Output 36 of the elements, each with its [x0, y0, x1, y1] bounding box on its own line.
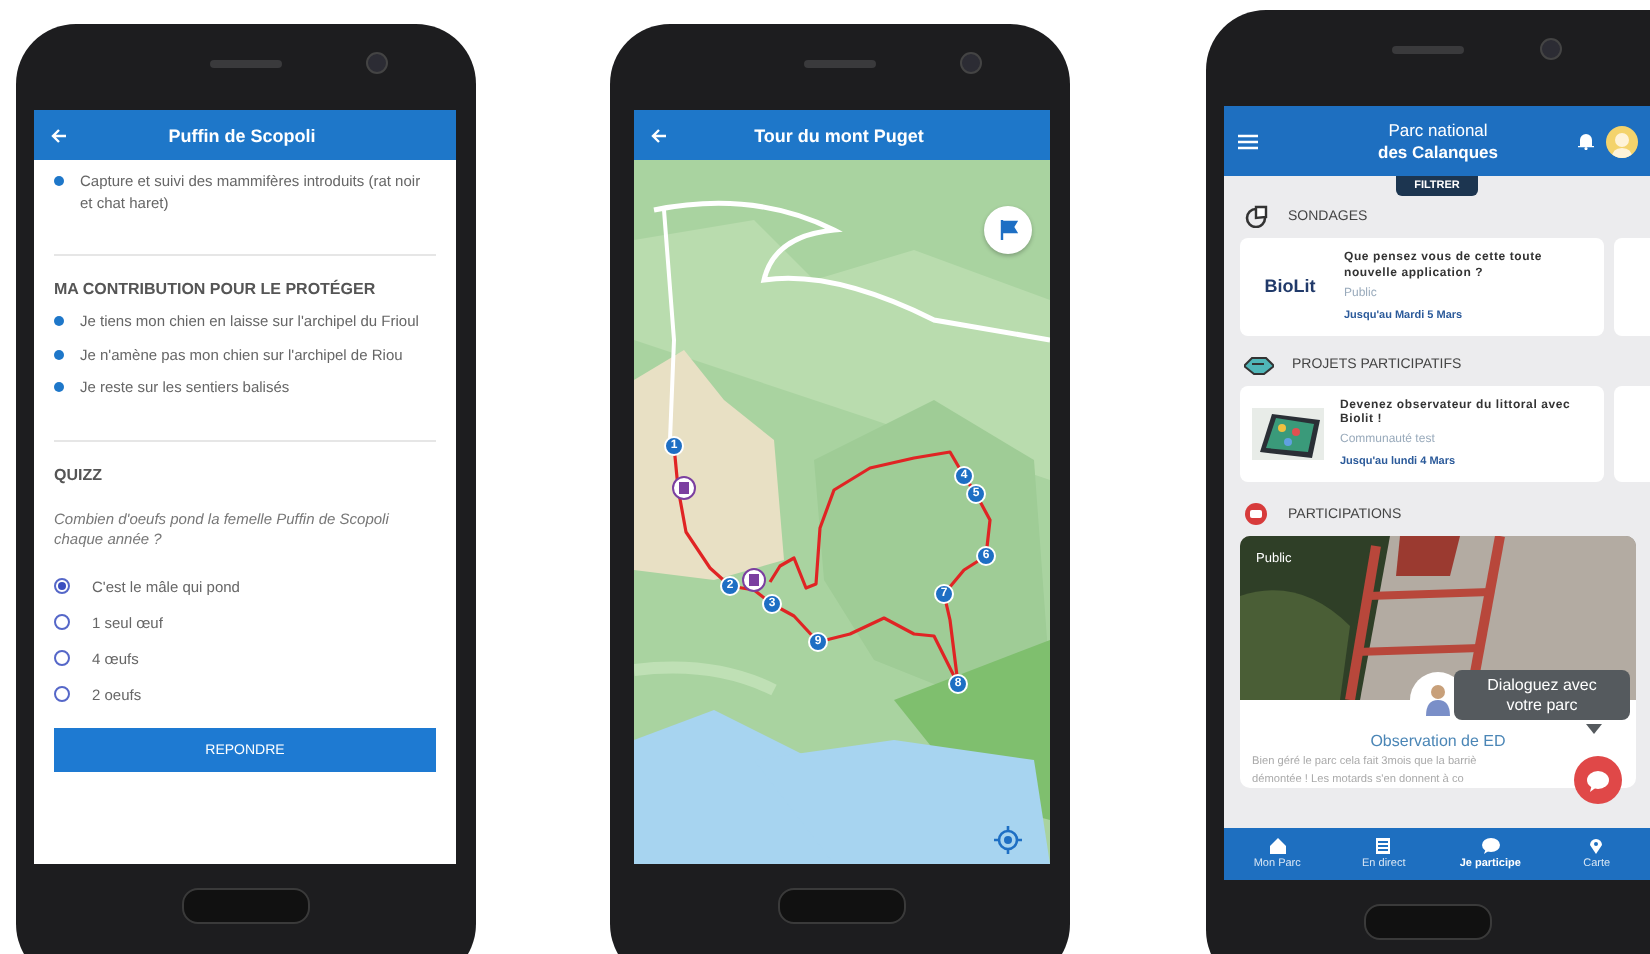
survey-icon: [1244, 204, 1270, 228]
tooltip-pointer: [1586, 724, 1602, 734]
app-title: Parc national: [1388, 119, 1488, 141]
flag-icon: [999, 220, 1017, 240]
radio-button[interactable]: [54, 578, 70, 595]
screen-title: Puffin de Scopoli: [166, 125, 318, 145]
chat-icon: [1481, 838, 1500, 854]
radio-button[interactable]: [54, 650, 70, 667]
profile-avatar[interactable]: [1606, 125, 1638, 157]
card-title: Observation de ED: [1370, 732, 1506, 751]
home-icon: [1269, 838, 1286, 854]
radio-button[interactable]: [54, 614, 70, 631]
radio-button[interactable]: [54, 686, 70, 703]
bullet-icon: [54, 349, 64, 359]
list-icon: [1376, 838, 1391, 854]
camera-lens: [366, 52, 388, 74]
section-heading: MA CONTRIBUTION POUR LE PROTÉGER: [54, 280, 378, 298]
chat-button[interactable]: [1574, 756, 1622, 804]
back-icon[interactable]: [650, 127, 668, 143]
bullet-icon: [54, 382, 64, 392]
camera-lens: [1540, 38, 1562, 60]
menu-icon[interactable]: [1238, 133, 1258, 149]
chat-bubble-icon: [1586, 769, 1610, 791]
bullet-icon: [54, 316, 64, 326]
screen-title: Tour du mont Puget: [752, 125, 926, 145]
location-pin-icon: [1590, 838, 1603, 854]
chat-icon: [1244, 502, 1270, 527]
app-title: des Calanques: [1378, 141, 1498, 163]
tooltip: Dialoguez avec votre parc: [1454, 670, 1630, 721]
section-heading: QUIZZ: [54, 465, 104, 483]
locate-icon[interactable]: [994, 826, 1022, 854]
bell-icon[interactable]: [1578, 132, 1594, 150]
bullet-icon: [54, 176, 64, 186]
camera-lens: [960, 52, 982, 74]
back-icon[interactable]: [50, 127, 68, 143]
logo: BioLit: [1262, 274, 1318, 301]
